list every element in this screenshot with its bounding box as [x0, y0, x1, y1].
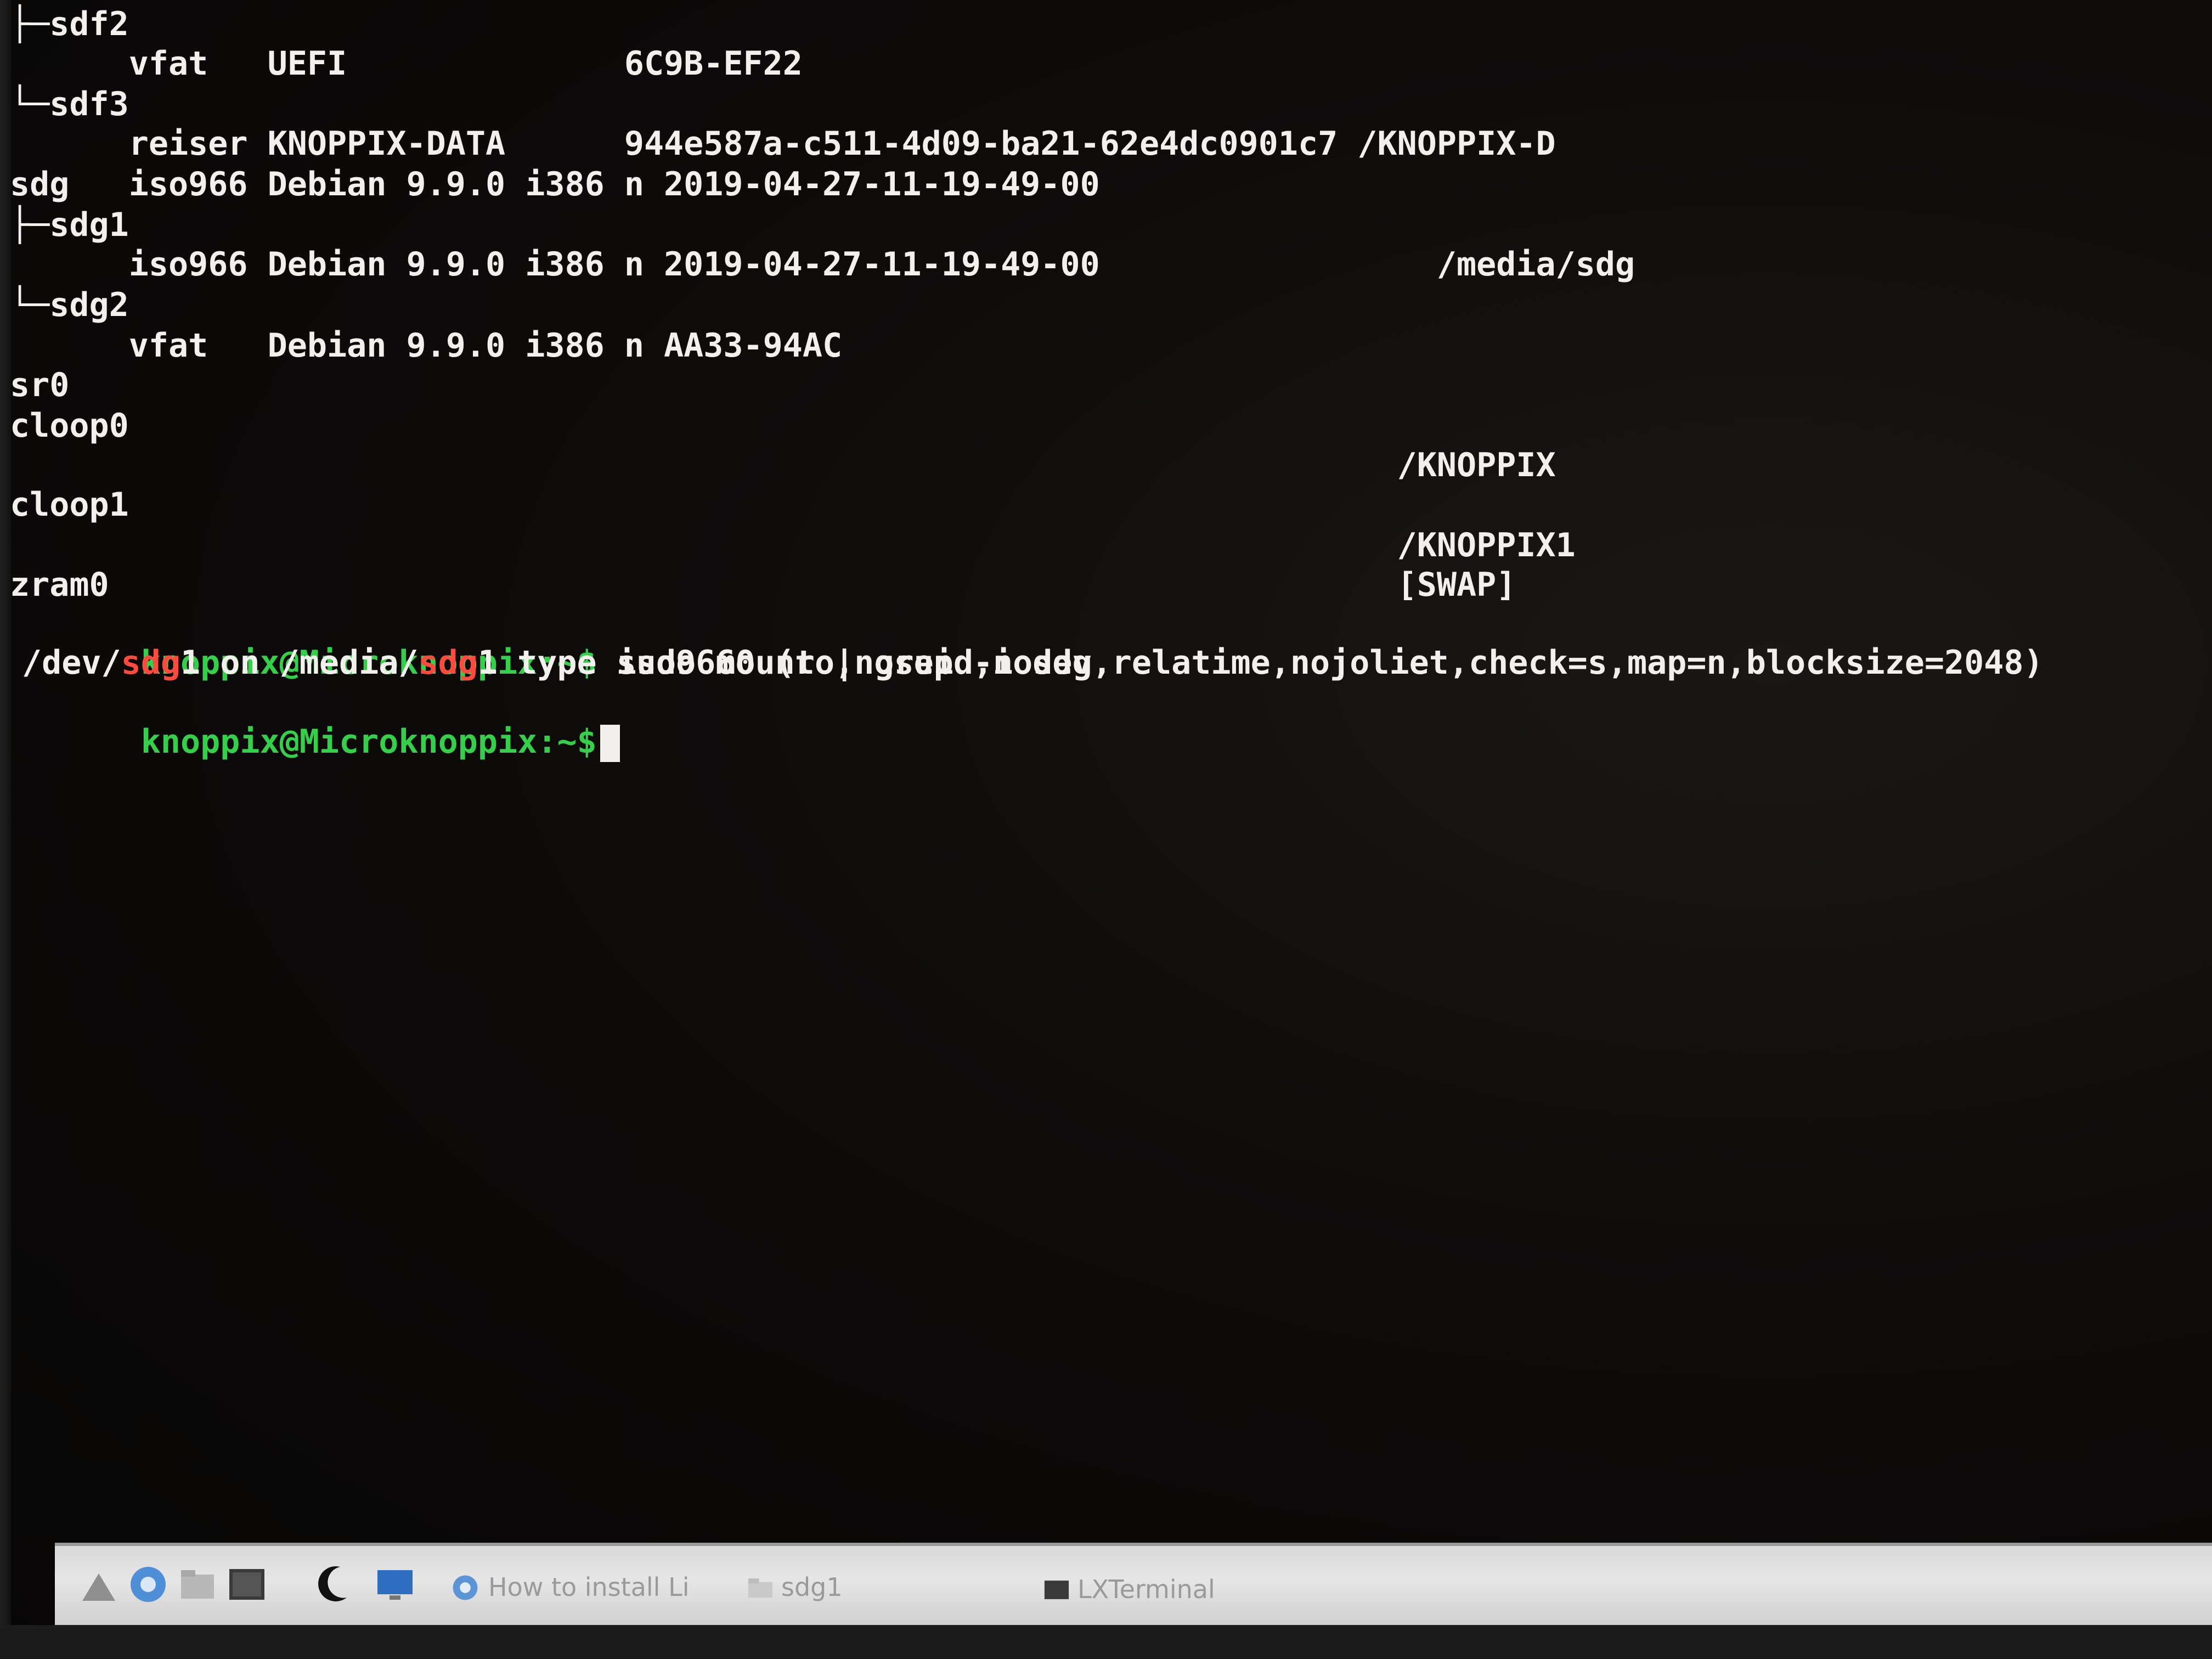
output-text: /dev/	[22, 644, 121, 682]
folder-icon	[748, 1578, 773, 1598]
terminal-line: ├─sdf2	[10, 5, 129, 43]
terminal-line: └─sdf3	[10, 85, 129, 123]
terminal-line: vfat UEFI 6C9B-EF22	[10, 44, 803, 83]
terminal-line: zram0 [SWAP]	[10, 566, 1516, 604]
terminal-line: vfat Debian 9.9.0 i386 n AA33-94AC	[10, 326, 843, 365]
terminal-line: sr0	[10, 366, 70, 404]
terminal-icon[interactable]	[225, 1562, 269, 1606]
terminal-line: iso966 Debian 9.9.0 i386 n 2019-04-27-11…	[10, 245, 1635, 284]
task-browser[interactable]: How to install Li	[450, 1557, 690, 1617]
task-label: sdg1	[781, 1572, 843, 1602]
grep-match: sdg	[121, 644, 180, 682]
task-label: LXTerminal	[1077, 1575, 1215, 1604]
browser-icon[interactable]	[126, 1562, 170, 1606]
terminal-line: cloop1	[10, 486, 129, 524]
menu-icon[interactable]	[77, 1562, 121, 1606]
terminal-line: ├─sdg1	[10, 206, 129, 244]
terminal-line: └─sdg2	[10, 286, 129, 324]
grep-match: sdg	[418, 644, 478, 682]
task-terminal[interactable]: LXTerminal	[1042, 1559, 1215, 1620]
terminal-window[interactable]: ├─sdf2 vfat UEFI 6C9B-EF22 └─sdf3 reiser…	[0, 0, 2212, 1531]
terminal-line: reiser KNOPPIX-DATA 944e587a-c511-4d09-b…	[10, 125, 1556, 163]
task-label: How to install Li	[488, 1572, 690, 1602]
output-text: 1 type iso9660 (ro,nosuid,nodev,relatime…	[477, 644, 2044, 682]
monitor-bezel-bottom	[0, 1625, 2212, 1659]
shell-prompt: knoppix@Microknoppix:~$	[140, 723, 597, 761]
moon-icon[interactable]	[313, 1562, 357, 1606]
command-line: knoppix@Microknoppix:~$ sudo mount | gre…	[22, 603, 1092, 682]
file-manager-icon[interactable]	[176, 1562, 219, 1606]
screen: ├─sdf2 vfat UEFI 6C9B-EF22 └─sdf3 reiser…	[0, 0, 2212, 1659]
terminal-line: /KNOPPIX1	[10, 526, 1576, 565]
terminal-line: /KNOPPIX	[10, 446, 1556, 484]
output-text: 1 on /media/	[180, 644, 419, 682]
active-prompt-line[interactable]: knoppix@Microknoppix:~$	[22, 682, 620, 763]
taskbar: How to install Li sdg1 LXTerminal	[55, 1543, 2212, 1628]
terminal-line: sdg iso966 Debian 9.9.0 i386 n 2019-04-2…	[10, 165, 1100, 204]
terminal-line: cloop0	[10, 407, 129, 445]
mount-output-line: /dev/sdg1 on /media/sdg1 type iso9660 (r…	[22, 643, 2044, 682]
terminal-icon	[1044, 1581, 1069, 1599]
text-cursor	[600, 725, 620, 763]
task-file-manager[interactable]: sdg1	[746, 1557, 843, 1617]
browser-icon	[453, 1575, 478, 1600]
desktop-icon[interactable]	[373, 1562, 417, 1606]
